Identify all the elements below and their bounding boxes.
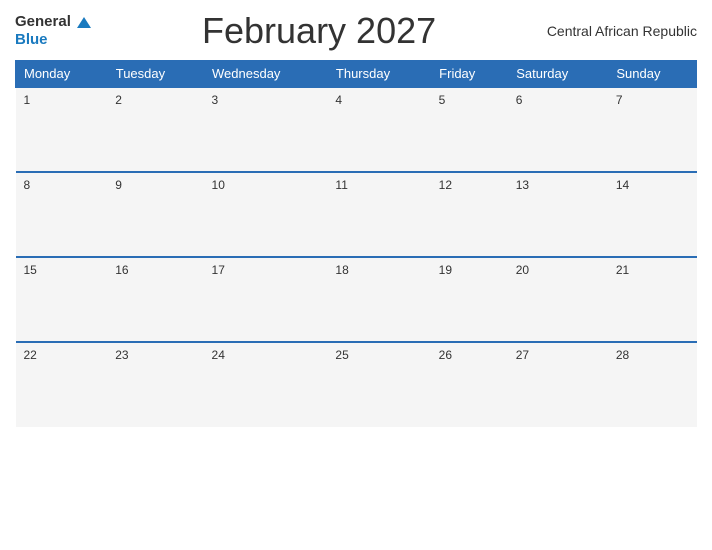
day-number: 1 bbox=[24, 93, 31, 107]
calendar-cell: 5 bbox=[431, 87, 508, 172]
calendar-cell: 20 bbox=[508, 257, 608, 342]
day-number: 8 bbox=[24, 178, 31, 192]
calendar-cell: 3 bbox=[204, 87, 328, 172]
col-saturday: Saturday bbox=[508, 61, 608, 88]
day-number: 24 bbox=[212, 348, 225, 362]
day-number: 25 bbox=[335, 348, 348, 362]
logo-top: General bbox=[15, 13, 91, 31]
calendar-cell: 22 bbox=[16, 342, 108, 427]
calendar-cell: 18 bbox=[327, 257, 430, 342]
calendar-header: Monday Tuesday Wednesday Thursday Friday… bbox=[16, 61, 697, 88]
logo-triangle-icon bbox=[77, 17, 91, 28]
calendar-cell: 11 bbox=[327, 172, 430, 257]
col-friday: Friday bbox=[431, 61, 508, 88]
day-number: 22 bbox=[24, 348, 37, 362]
col-sunday: Sunday bbox=[608, 61, 697, 88]
calendar-cell: 2 bbox=[107, 87, 203, 172]
calendar-cell: 24 bbox=[204, 342, 328, 427]
calendar-cell: 12 bbox=[431, 172, 508, 257]
col-thursday: Thursday bbox=[327, 61, 430, 88]
calendar-cell: 13 bbox=[508, 172, 608, 257]
day-number: 19 bbox=[439, 263, 452, 277]
day-number: 6 bbox=[516, 93, 523, 107]
day-number: 10 bbox=[212, 178, 225, 192]
logo-bottom: Blue bbox=[15, 31, 91, 49]
calendar-wrapper: General Blue February 2027 Central Afric… bbox=[0, 0, 712, 550]
calendar-cell: 27 bbox=[508, 342, 608, 427]
calendar-cell: 28 bbox=[608, 342, 697, 427]
header: General Blue February 2027 Central Afric… bbox=[15, 10, 697, 52]
day-number: 28 bbox=[616, 348, 629, 362]
day-number: 16 bbox=[115, 263, 128, 277]
country-name: Central African Republic bbox=[547, 23, 697, 39]
day-number: 14 bbox=[616, 178, 629, 192]
logo: General Blue bbox=[15, 13, 91, 48]
day-number: 2 bbox=[115, 93, 122, 107]
calendar-cell: 23 bbox=[107, 342, 203, 427]
calendar-week-row: 22 23 24 25 26 27 28 bbox=[16, 342, 697, 427]
calendar-cell: 16 bbox=[107, 257, 203, 342]
day-number: 18 bbox=[335, 263, 348, 277]
day-number: 27 bbox=[516, 348, 529, 362]
calendar-cell: 1 bbox=[16, 87, 108, 172]
calendar-week-row: 8 9 10 11 12 13 14 bbox=[16, 172, 697, 257]
calendar-cell: 9 bbox=[107, 172, 203, 257]
calendar-cell: 26 bbox=[431, 342, 508, 427]
day-number: 26 bbox=[439, 348, 452, 362]
calendar-body: 1234567891011121314151617181920212223242… bbox=[16, 87, 697, 427]
days-header-row: Monday Tuesday Wednesday Thursday Friday… bbox=[16, 61, 697, 88]
calendar-title: February 2027 bbox=[91, 10, 546, 52]
calendar-cell: 6 bbox=[508, 87, 608, 172]
day-number: 20 bbox=[516, 263, 529, 277]
day-number: 7 bbox=[616, 93, 623, 107]
logo-blue-text: Blue bbox=[15, 31, 48, 48]
day-number: 15 bbox=[24, 263, 37, 277]
calendar-cell: 14 bbox=[608, 172, 697, 257]
col-monday: Monday bbox=[16, 61, 108, 88]
calendar-cell: 15 bbox=[16, 257, 108, 342]
day-number: 9 bbox=[115, 178, 122, 192]
calendar-cell: 19 bbox=[431, 257, 508, 342]
day-number: 4 bbox=[335, 93, 342, 107]
calendar-cell: 7 bbox=[608, 87, 697, 172]
day-number: 12 bbox=[439, 178, 452, 192]
day-number: 11 bbox=[335, 178, 347, 192]
day-number: 5 bbox=[439, 93, 446, 107]
day-number: 21 bbox=[616, 263, 629, 277]
calendar-cell: 8 bbox=[16, 172, 108, 257]
col-tuesday: Tuesday bbox=[107, 61, 203, 88]
calendar-week-row: 1 2 3 4 5 6 7 bbox=[16, 87, 697, 172]
calendar-cell: 17 bbox=[204, 257, 328, 342]
day-number: 13 bbox=[516, 178, 529, 192]
logo-general-text: General bbox=[15, 13, 71, 30]
calendar-cell: 4 bbox=[327, 87, 430, 172]
calendar-cell: 25 bbox=[327, 342, 430, 427]
calendar-week-row: 15 16 17 18 19 20 21 bbox=[16, 257, 697, 342]
calendar-cell: 21 bbox=[608, 257, 697, 342]
calendar-cell: 10 bbox=[204, 172, 328, 257]
calendar-table: Monday Tuesday Wednesday Thursday Friday… bbox=[15, 60, 697, 427]
col-wednesday: Wednesday bbox=[204, 61, 328, 88]
day-number: 3 bbox=[212, 93, 219, 107]
day-number: 17 bbox=[212, 263, 225, 277]
day-number: 23 bbox=[115, 348, 128, 362]
